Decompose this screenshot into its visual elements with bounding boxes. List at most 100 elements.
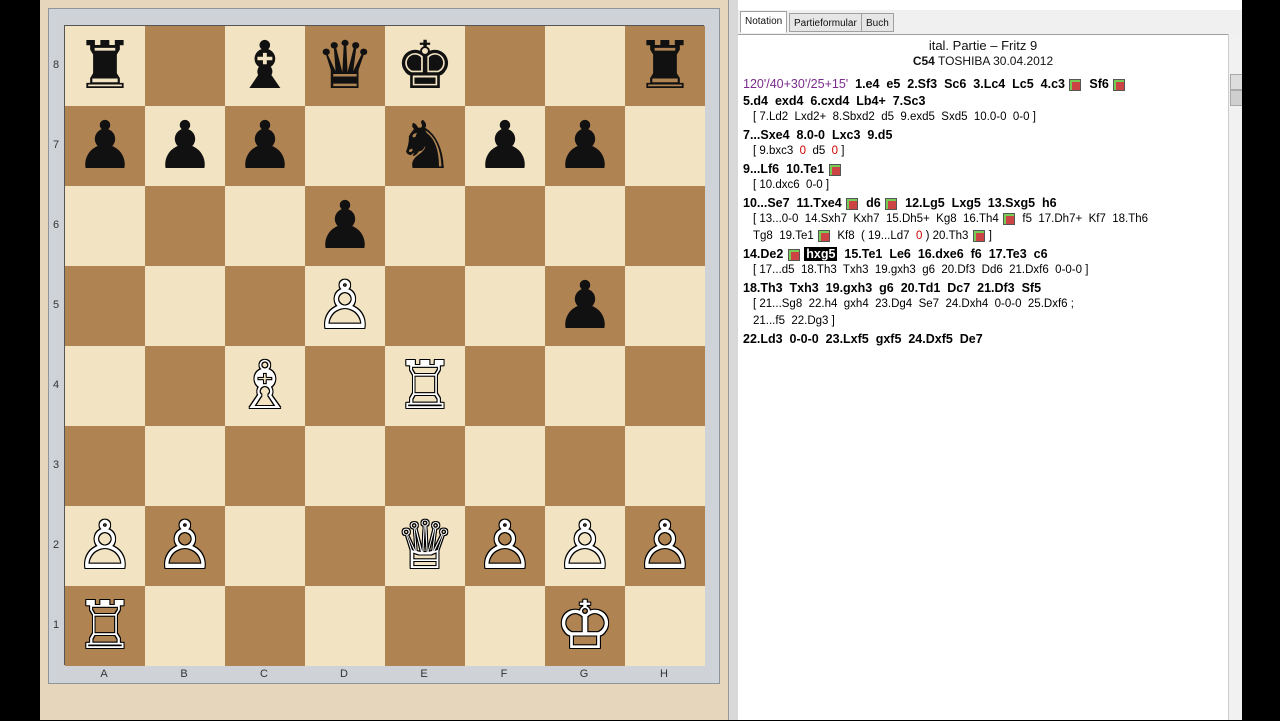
move-text[interactable]: d6 [859,196,884,210]
black-rook-icon[interactable]: ♜ [625,26,705,106]
variation-row[interactable]: 21...f5 22.Dg3 ] [753,315,835,327]
move-text[interactable]: ) 20.Th3 [922,230,971,242]
black-knight-icon[interactable]: ♞ [385,106,465,186]
move-text[interactable]: ] [838,145,844,157]
current-move[interactable]: hxg5 [804,247,838,261]
chess-board[interactable]: ♜ ♝ ♛ ♚ ♜ ♟ ♟ ♟ ♞ ♟ ♟ ♟ ♙ ♟ ♗ ♖ ♙ ♙ ♕ ♙ ♙ ♙ ♖ ♔ [64,25,705,666]
white-bishop-icon[interactable]: ♗ [225,346,305,426]
square-f8[interactable] [465,26,545,106]
move-text[interactable]: 9...Lf6 10.Te1 [743,162,828,176]
move-text[interactable]: [ 7.Ld2 Lxd2+ 8.Sbxd2 d5 9.exd5 Sxd5 10.… [753,111,1036,123]
white-pawn-icon[interactable]: ♙ [65,506,145,586]
black-pawn-icon[interactable]: ♟ [225,106,305,186]
move-text[interactable]: [ 9.bxc3 [753,145,800,157]
square-d2[interactable] [305,506,385,586]
square-d3[interactable] [305,426,385,506]
square-c6[interactable] [225,186,305,266]
white-king-icon[interactable]: ♔ [545,586,625,666]
black-pawn-icon[interactable]: ♟ [305,186,385,266]
square-e5[interactable] [385,266,465,346]
square-c2[interactable] [225,506,305,586]
black-pawn-icon[interactable]: ♟ [65,106,145,186]
square-g8[interactable] [545,26,625,106]
variation-row[interactable]: [ 21...Sg8 22.h4 gxh4 23.Dg4 Se7 24.Dxh4… [753,298,1074,310]
white-pawn-icon[interactable]: ♙ [465,506,545,586]
notation-scrollbar[interactable] [1228,34,1243,720]
black-pawn-icon[interactable]: ♟ [145,106,225,186]
move-text[interactable]: 21...f5 22.Dg3 ] [753,315,835,327]
black-bishop-icon[interactable]: ♝ [225,26,305,106]
pane-splitter[interactable] [728,0,738,720]
annotation-icon[interactable] [1113,78,1126,91]
square-c5[interactable] [225,266,305,346]
move-text[interactable]: Tg8 19.Te1 [753,230,817,242]
move-text[interactable]: Sf6 [1082,77,1112,91]
white-pawn-icon[interactable]: ♙ [625,506,705,586]
main-line-row[interactable]: 7...Sxe4 8.0-0 Lxc3 9.d5 [743,128,892,142]
square-f5[interactable] [465,266,545,346]
white-rook-icon[interactable]: ♖ [385,346,465,426]
variation-row[interactable]: [ 9.bxc3 0 d5 0 ] [753,145,844,157]
square-g4[interactable] [545,346,625,426]
annotation-icon[interactable] [817,230,830,242]
main-line-row[interactable]: 120'/40+30'/25+15' 1.e4 e5 2.Sf3 Sc6 3.L… [743,77,1126,91]
variation-row[interactable]: [ 17...d5 18.Th3 Txh3 19.gxh3 g6 20.Df3 … [753,264,1088,276]
move-text[interactable]: 14.De2 [743,247,787,261]
square-b4[interactable] [145,346,225,426]
square-f4[interactable] [465,346,545,426]
square-g6[interactable] [545,186,625,266]
move-text[interactable]: Kf8 ( 19...Ld7 [831,230,916,242]
black-pawn-icon[interactable]: ♟ [545,266,625,346]
square-c3[interactable] [225,426,305,506]
square-e6[interactable] [385,186,465,266]
move-text[interactable]: d5 [806,145,832,157]
square-b6[interactable] [145,186,225,266]
square-e1[interactable] [385,586,465,666]
square-b3[interactable] [145,426,225,506]
notation-panel[interactable]: ital. Partie – Fritz 9 C54 TOSHIBA 30.04… [738,34,1228,721]
move-text[interactable]: f5 17.Dh7+ Kf7 18.Th6 [1016,213,1148,225]
square-d7[interactable] [305,106,385,186]
square-b5[interactable] [145,266,225,346]
square-h6[interactable] [625,186,705,266]
move-text[interactable]: 1.e4 e5 2.Sf3 Sc6 3.Lc4 Lc5 4.c3 [848,77,1068,91]
variation-row[interactable]: [ 10.dxc6 0-0 ] [753,179,829,191]
main-line-row[interactable]: 14.De2 hxg5 15.Te1 Le6 16.dxe6 f6 17.Te3… [743,247,1048,261]
square-f3[interactable] [465,426,545,506]
move-text[interactable]: [ 13...0-0 14.Sxh7 Kxh7 15.Dh5+ Kg8 16.T… [753,213,1002,225]
annotation-icon[interactable] [787,248,800,261]
move-text[interactable]: 15.Te1 Le6 16.dxe6 f6 17.Te3 c6 [837,247,1047,261]
white-rook-icon[interactable]: ♖ [65,586,145,666]
move-text[interactable]: 10...Se7 11.Txe4 [743,196,845,210]
move-text[interactable]: 5.d4 exd4 6.cxd4 Lb4+ 7.Sc3 [743,94,925,108]
main-line-row[interactable]: 9...Lf6 10.Te1 [743,162,842,176]
main-line-row[interactable]: 5.d4 exd4 6.cxd4 Lb4+ 7.Sc3 [743,94,925,108]
square-f1[interactable] [465,586,545,666]
tab-notation[interactable]: Notation [740,11,788,33]
time-control[interactable]: 120'/40+30'/25+15' [743,77,848,91]
black-pawn-icon[interactable]: ♟ [545,106,625,186]
annotation-icon[interactable] [972,230,985,242]
square-h1[interactable] [625,586,705,666]
square-a3[interactable] [65,426,145,506]
square-e3[interactable] [385,426,465,506]
white-queen-icon[interactable]: ♕ [385,506,465,586]
main-line-row[interactable]: 10...Se7 11.Txe4 d6 12.Lg5 Lxg5 13.Sxg5 … [743,196,1057,210]
square-a5[interactable] [65,266,145,346]
square-d1[interactable] [305,586,385,666]
black-rook-icon[interactable]: ♜ [65,26,145,106]
move-text[interactable]: [ 17...d5 18.Th3 Txh3 19.gxh3 g6 20.Df3 … [753,264,1088,276]
white-pawn-icon[interactable]: ♙ [145,506,225,586]
variation-row[interactable]: [ 13...0-0 14.Sxh7 Kxh7 15.Dh5+ Kg8 16.T… [753,213,1148,225]
white-pawn-icon[interactable]: ♙ [545,506,625,586]
square-b8[interactable] [145,26,225,106]
square-a6[interactable] [65,186,145,266]
annotation-icon[interactable] [1069,78,1082,91]
tab-buch[interactable]: Buch [861,13,894,32]
move-text[interactable]: [ 10.dxc6 0-0 ] [753,179,829,191]
black-queen-icon[interactable]: ♛ [305,26,385,106]
annotation-icon[interactable] [1003,213,1016,225]
square-h3[interactable] [625,426,705,506]
square-h5[interactable] [625,266,705,346]
main-line-row[interactable]: 22.Ld3 0-0-0 23.Lxf5 gxf5 24.Dxf5 De7 [743,332,983,346]
